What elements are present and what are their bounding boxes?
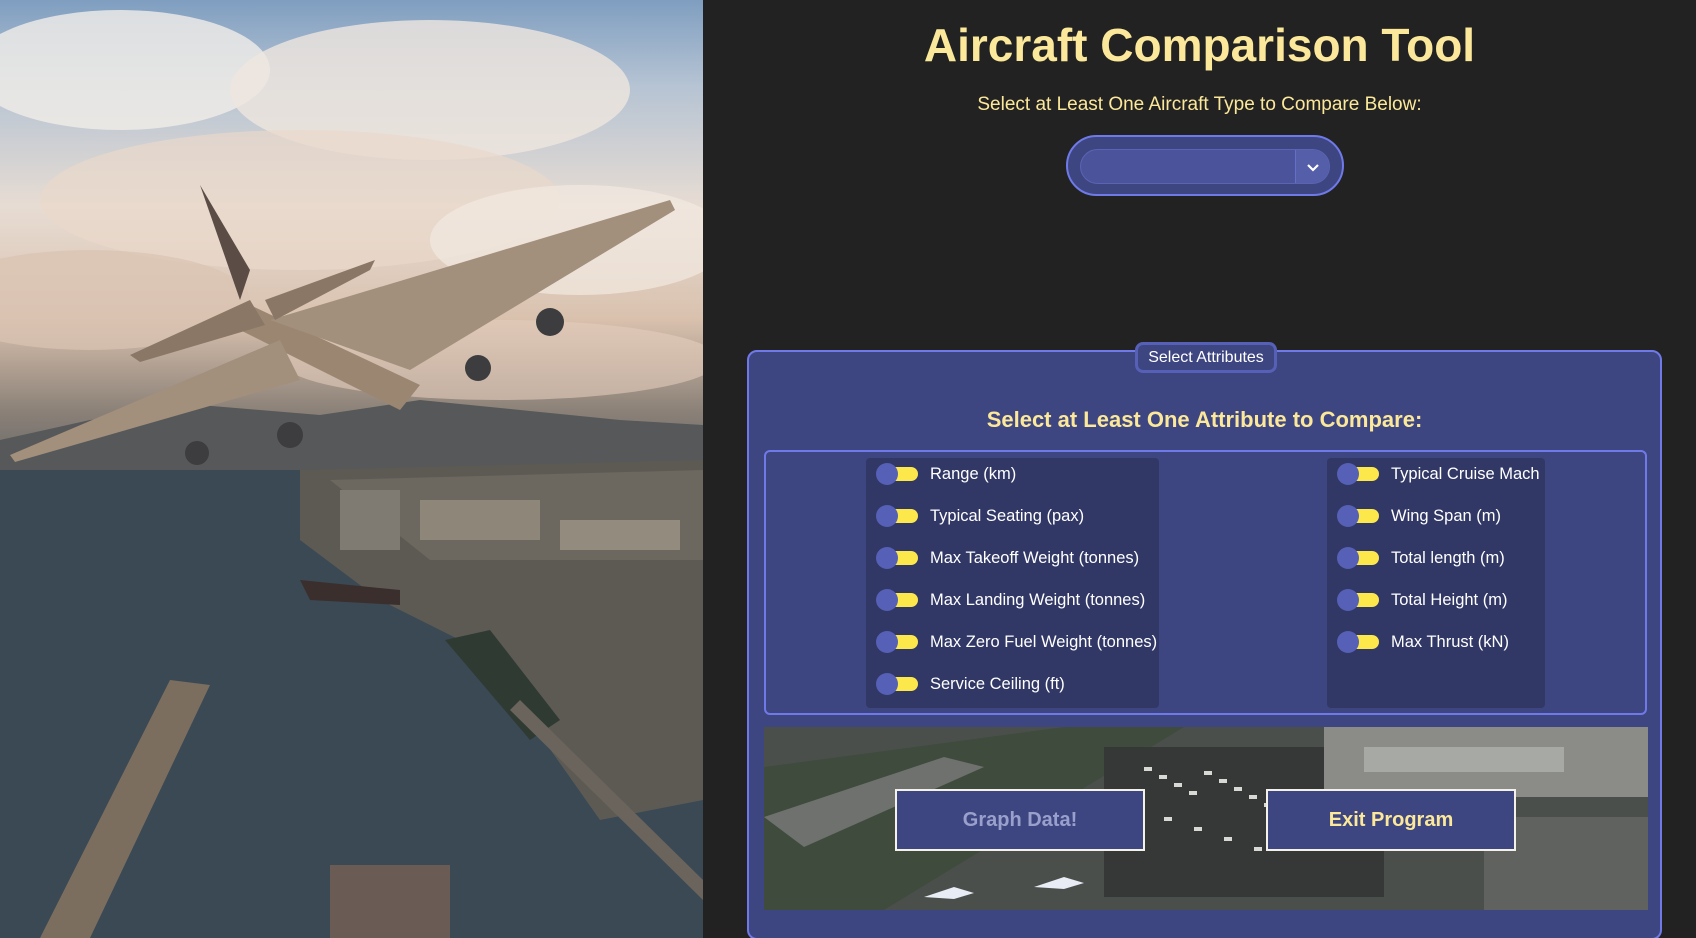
toggle-switch[interactable] (1337, 505, 1381, 527)
toggle-switch[interactable] (1337, 547, 1381, 569)
toggle-label: Typical Seating (pax) (930, 506, 1085, 525)
toggle-label: Max Zero Fuel Weight (tonnes) (930, 632, 1158, 651)
toggle-max-landing-weight[interactable]: Max Landing Weight (tonnes) (876, 585, 1145, 615)
toggle-service-ceiling[interactable]: Service Ceiling (ft) (876, 669, 1065, 699)
toggle-range[interactable]: Range (km) (876, 459, 1016, 489)
toggle-wing-span[interactable]: Wing Span (m) (1337, 501, 1501, 531)
toggle-switch[interactable] (876, 631, 920, 653)
toggle-switch[interactable] (1337, 631, 1381, 653)
attributes-group-title: Select Attributes (1135, 342, 1277, 373)
attributes-column-right: Typical Cruise Mach Wing Span (m) Total … (1327, 458, 1545, 708)
toggle-label: Max Thrust (kN) (1391, 632, 1509, 651)
attributes-prompt: Select at Least One Attribute to Compare… (986, 407, 1423, 432)
toggle-label: Total Height (m) (1391, 590, 1508, 609)
toggle-total-height[interactable]: Total Height (m) (1337, 585, 1507, 615)
attributes-group: Select Attributes Select at Least One At… (747, 342, 1662, 938)
toggle-switch[interactable] (876, 589, 920, 611)
page-title: Aircraft Comparison Tool (923, 19, 1476, 71)
exit-program-button[interactable]: Exit Program (1266, 789, 1516, 851)
toggle-label: Max Takeoff Weight (tonnes) (930, 548, 1140, 567)
chevron-down-icon (1306, 163, 1319, 172)
toggle-switch[interactable] (876, 505, 920, 527)
aircraft-photo (0, 0, 703, 938)
aircraft-select[interactable] (1080, 149, 1330, 184)
airport-banner: Graph Data! Exit Program (764, 727, 1648, 910)
attributes-column-left: Range (km) Typical Seating (pax) Max Tak… (866, 458, 1159, 708)
toggle-label: Service Ceiling (ft) (930, 674, 1065, 693)
toggle-typical-cruise-mach[interactable]: Typical Cruise Mach (1337, 459, 1540, 489)
toggle-label: Range (km) (930, 464, 1017, 483)
aircraft-select-prompt: Select at Least One Aircraft Type to Com… (977, 94, 1422, 115)
toggle-switch[interactable] (876, 673, 920, 695)
toggle-typical-seating[interactable]: Typical Seating (pax) (876, 501, 1084, 531)
attributes-list: Range (km) Typical Seating (pax) Max Tak… (764, 450, 1647, 715)
aircraft-select-frame (1066, 135, 1344, 196)
toggle-label: Max Landing Weight (tonnes) (930, 590, 1146, 609)
toggle-max-zero-fuel-weight[interactable]: Max Zero Fuel Weight (tonnes) (876, 627, 1157, 657)
toggle-switch[interactable] (1337, 589, 1381, 611)
toggle-total-length[interactable]: Total length (m) (1337, 543, 1505, 573)
toggle-label: Typical Cruise Mach (1391, 464, 1540, 483)
app-panel: Aircraft Comparison Tool Select at Least… (703, 0, 1696, 938)
toggle-switch[interactable] (1337, 463, 1381, 485)
toggle-switch[interactable] (876, 547, 920, 569)
graph-data-button[interactable]: Graph Data! (895, 789, 1145, 851)
toggle-max-thrust[interactable]: Max Thrust (kN) (1337, 627, 1509, 657)
toggle-switch[interactable] (876, 463, 920, 485)
toggle-label: Wing Span (m) (1391, 506, 1502, 525)
toggle-label: Total length (m) (1391, 548, 1505, 567)
toggle-max-takeoff-weight[interactable]: Max Takeoff Weight (tonnes) (876, 543, 1139, 573)
aircraft-select-dropdown-button[interactable] (1295, 150, 1329, 183)
